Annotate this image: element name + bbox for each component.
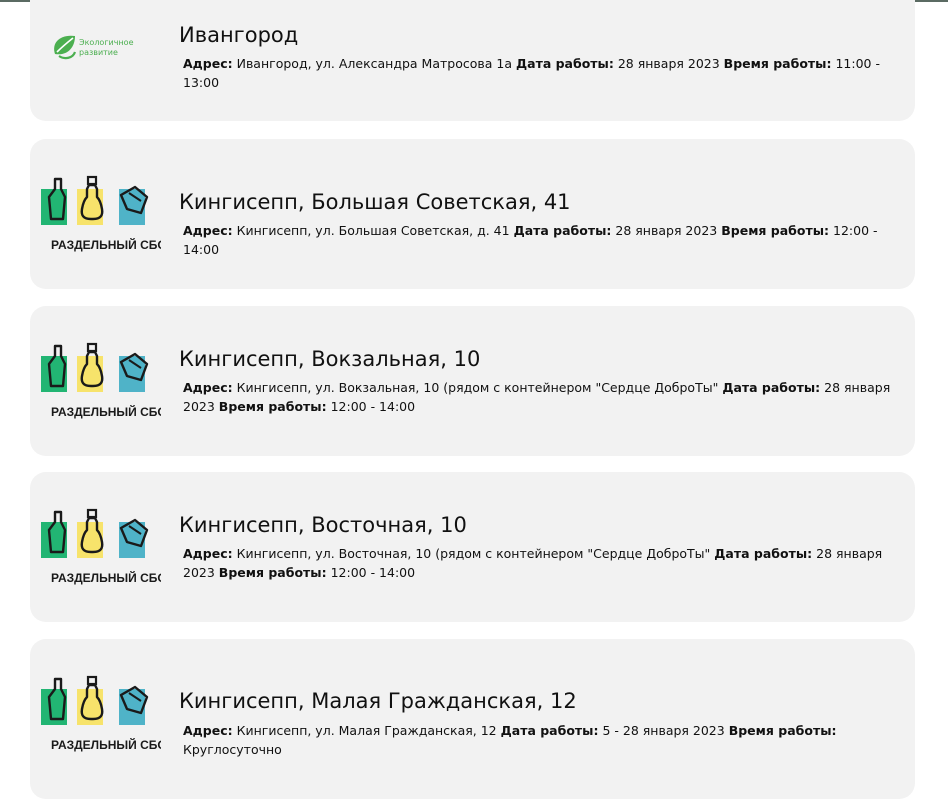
date-label: Дата работы: bbox=[513, 223, 612, 238]
date-label: Дата работы: bbox=[500, 723, 599, 738]
point-title: Ивангород bbox=[179, 23, 299, 47]
separate-collection-logo: РАЗДЕЛЬНЫЙ СБОР bbox=[39, 675, 175, 759]
separate-collection-logo-text: РАЗДЕЛЬНЫЙ СБОР bbox=[51, 237, 161, 252]
separate-collection-logo: РАЗДЕЛЬНЫЙ СБОР bbox=[39, 175, 175, 259]
eco-logo-line2: развитие bbox=[79, 48, 118, 57]
point-info: Адрес: Кингисепп, ул. Малая Гражданская,… bbox=[183, 721, 903, 759]
address-value: Ивангород, ул. Александра Матросова 1а bbox=[236, 56, 513, 71]
collection-point-card: РАЗДЕЛЬНЫЙ СБОР Кингисепп, Вокзальная, 1… bbox=[30, 306, 915, 456]
date-value: 28 января 2023 bbox=[615, 223, 718, 238]
point-info: Адрес: Ивангород, ул. Александра Матросо… bbox=[183, 54, 903, 92]
time-label: Время работы: bbox=[723, 56, 832, 71]
time-label: Время работы: bbox=[218, 399, 327, 414]
date-label: Дата работы: bbox=[722, 380, 821, 395]
address-value: Кингисепп, ул. Малая Гражданская, 12 bbox=[236, 723, 497, 738]
eco-logo-line1: Экологичное bbox=[79, 38, 134, 47]
date-label: Дата работы: bbox=[516, 56, 614, 71]
time-value: Круглосуточно bbox=[183, 742, 282, 757]
address-value: Кингисепп, ул. Вокзальная, 10 (рядом с к… bbox=[236, 380, 719, 395]
address-label: Адрес: bbox=[183, 56, 233, 71]
separate-collection-logo: РАЗДЕЛЬНЫЙ СБОР bbox=[39, 342, 175, 426]
collection-point-card: РАЗДЕЛЬНЫЙ СБОР Кингисепп, Малая Граждан… bbox=[30, 639, 915, 799]
time-label: Время работы: bbox=[721, 223, 830, 238]
point-title: Кингисепп, Малая Гражданская, 12 bbox=[179, 689, 577, 713]
point-info: Адрес: Кингисепп, ул. Вокзальная, 10 (ря… bbox=[183, 378, 903, 416]
point-title: Кингисепп, Большая Советская, 41 bbox=[179, 190, 571, 214]
time-label: Время работы: bbox=[218, 565, 327, 580]
collection-point-card: Экологичное развитие Ивангород Адрес: Ив… bbox=[30, 0, 915, 121]
separate-collection-logo-text: РАЗДЕЛЬНЫЙ СБОР bbox=[51, 737, 161, 752]
address-value: Кингисепп, ул. Восточная, 10 (рядом с ко… bbox=[236, 546, 711, 561]
address-label: Адрес: bbox=[183, 223, 233, 238]
date-value: 5 - 28 января 2023 bbox=[602, 723, 725, 738]
point-info: Адрес: Кингисепп, ул. Большая Советская,… bbox=[183, 221, 903, 259]
address-value: Кингисепп, ул. Большая Советская, д. 41 bbox=[236, 223, 510, 238]
time-value: 12:00 - 14:00 bbox=[330, 565, 416, 580]
collection-point-card: РАЗДЕЛЬНЫЙ СБОР Кингисепп, Восточная, 10… bbox=[30, 472, 915, 622]
date-label: Дата работы: bbox=[714, 546, 813, 561]
eco-development-logo: Экологичное развитие bbox=[41, 28, 161, 72]
separate-collection-logo-text: РАЗДЕЛЬНЫЙ СБОР bbox=[51, 570, 161, 585]
point-title: Кингисепп, Восточная, 10 bbox=[179, 513, 467, 537]
address-label: Адрес: bbox=[183, 723, 233, 738]
address-label: Адрес: bbox=[183, 380, 233, 395]
point-title: Кингисепп, Вокзальная, 10 bbox=[179, 347, 481, 371]
address-label: Адрес: bbox=[183, 546, 233, 561]
time-value: 12:00 - 14:00 bbox=[330, 399, 416, 414]
leaf-icon bbox=[54, 35, 77, 60]
collection-point-card: РАЗДЕЛЬНЫЙ СБОР Кингисепп, Большая Совет… bbox=[30, 139, 915, 289]
separate-collection-logo: РАЗДЕЛЬНЫЙ СБОР bbox=[39, 508, 175, 592]
date-value: 28 января 2023 bbox=[617, 56, 720, 71]
time-label: Время работы: bbox=[728, 723, 837, 738]
separate-collection-logo-text: РАЗДЕЛЬНЫЙ СБОР bbox=[51, 404, 161, 419]
point-info: Адрес: Кингисепп, ул. Восточная, 10 (ряд… bbox=[183, 544, 903, 582]
